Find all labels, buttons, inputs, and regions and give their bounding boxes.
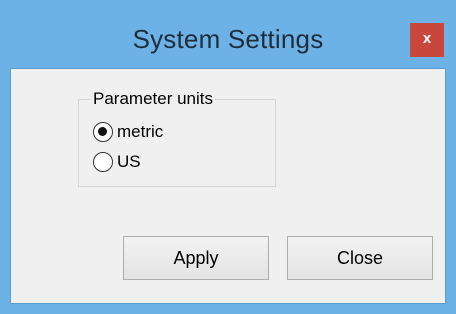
radio-button-us[interactable] [93, 152, 113, 172]
apply-button[interactable]: Apply [123, 236, 269, 280]
title-bar[interactable]: System Settings x [0, 0, 456, 64]
radio-label-metric[interactable]: metric [117, 122, 163, 142]
settings-window: System Settings x Parameter units metric… [0, 0, 456, 314]
close-button[interactable]: Close [287, 236, 433, 280]
close-icon: x [422, 30, 432, 47]
radio-option-us[interactable]: US [93, 150, 141, 174]
radio-label-us[interactable]: US [117, 152, 141, 172]
dialog-body: Parameter units metric US Apply Close [10, 68, 446, 304]
parameter-units-legend: Parameter units [91, 89, 215, 109]
parameter-units-group: Parameter units metric US [78, 89, 276, 187]
close-window-button[interactable]: x [410, 23, 444, 57]
radio-option-metric[interactable]: metric [93, 120, 163, 144]
window-title: System Settings [132, 24, 324, 54]
radio-button-metric[interactable] [93, 122, 113, 142]
